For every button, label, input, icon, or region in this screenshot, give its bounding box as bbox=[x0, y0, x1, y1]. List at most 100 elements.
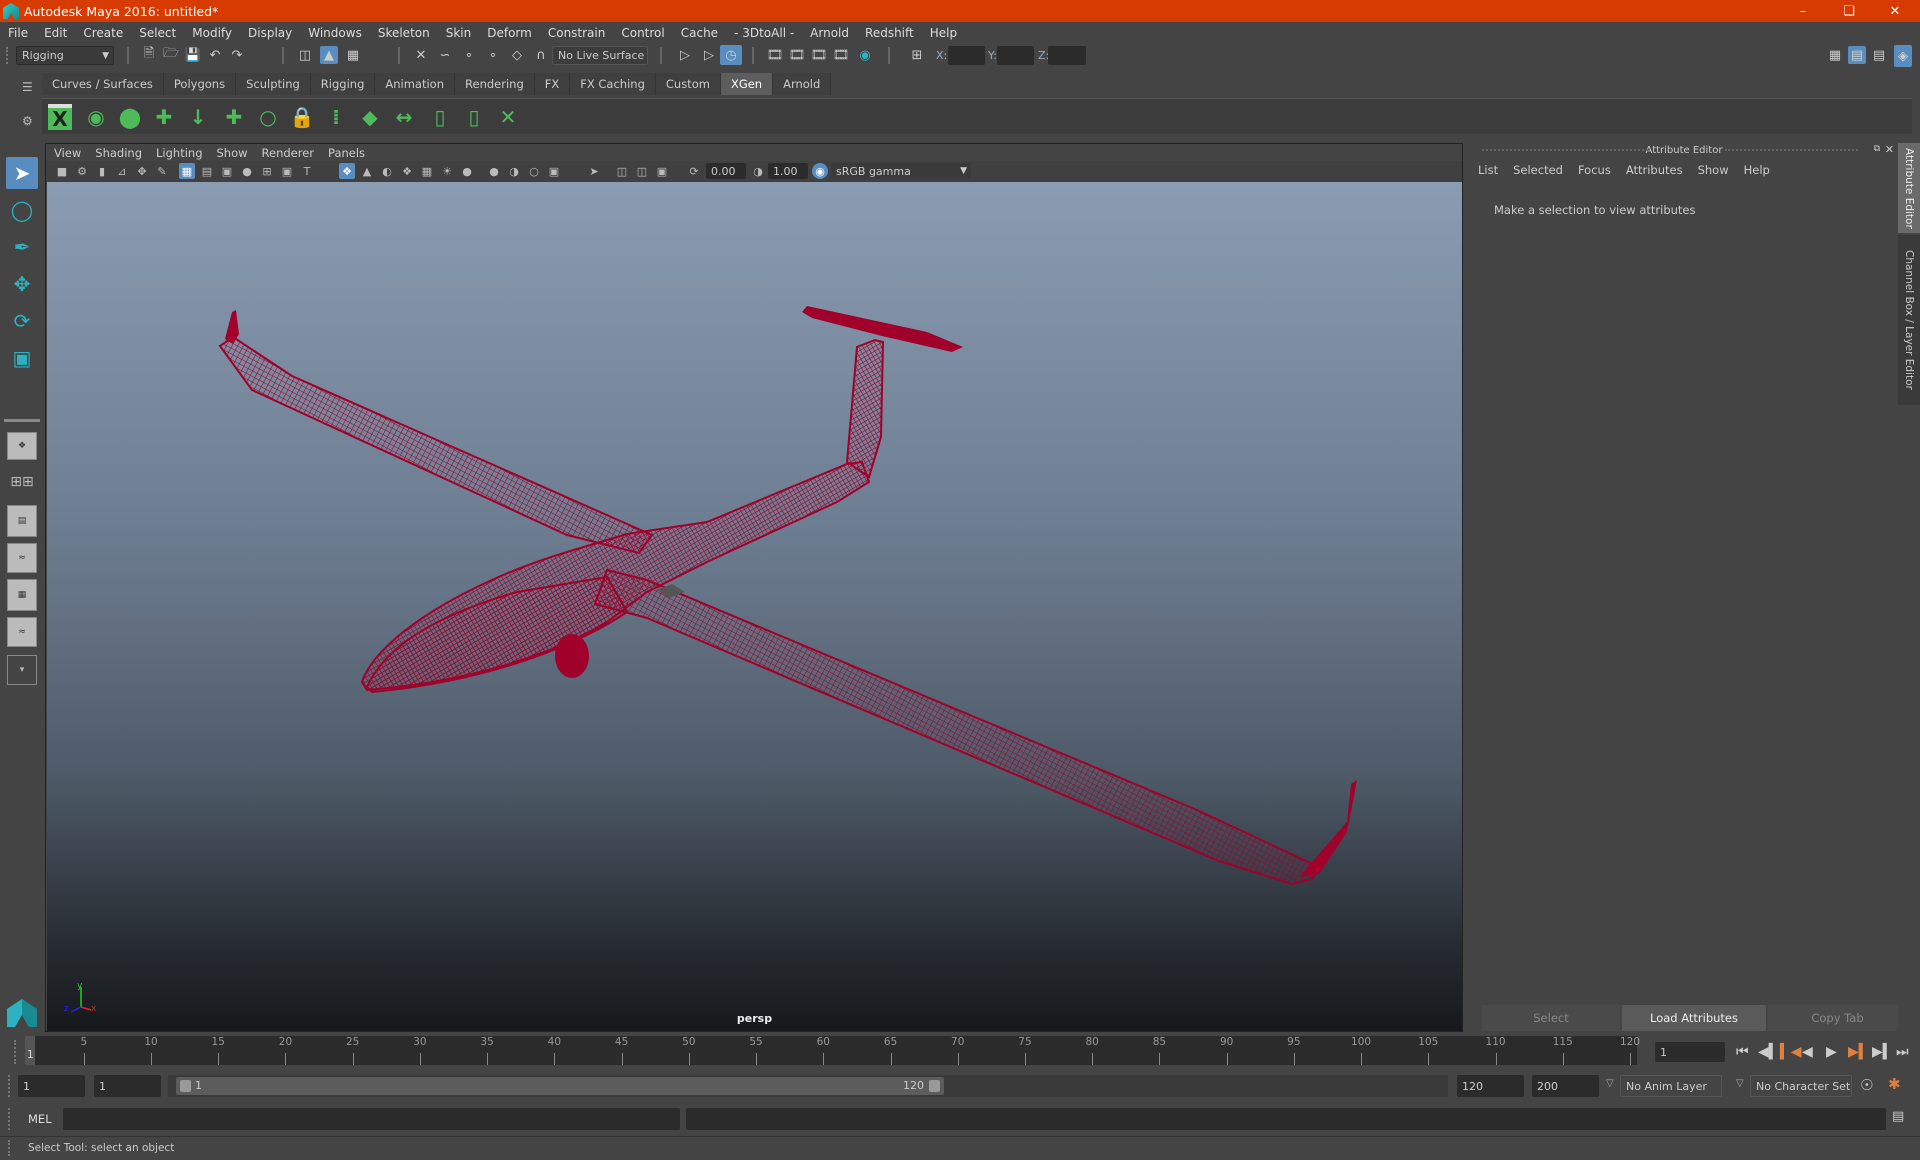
smooth-shade-icon[interactable]: ▲ bbox=[359, 163, 375, 179]
multisample-aa-icon[interactable]: ◑ bbox=[506, 163, 522, 179]
ae-menu-help[interactable]: Help bbox=[1744, 163, 1770, 177]
xgen-editor-icon[interactable]: X bbox=[48, 104, 72, 131]
panel-menu-view[interactable]: View bbox=[54, 146, 81, 160]
select-button[interactable]: Select bbox=[1482, 1005, 1620, 1031]
ae-menu-attributes[interactable]: Attributes bbox=[1626, 163, 1683, 177]
xray-icon[interactable]: ➤ bbox=[586, 163, 602, 179]
shelf-tab-polygons[interactable]: Polygons bbox=[163, 73, 237, 95]
range-start-handle[interactable] bbox=[180, 1080, 191, 1092]
snap-to-point-icon[interactable]: ∘ bbox=[460, 46, 478, 64]
range-end-handle[interactable] bbox=[929, 1080, 940, 1092]
shelf-tab-xgen[interactable]: XGen bbox=[720, 73, 774, 95]
isolate-select-icon[interactable]: ▣ bbox=[546, 163, 562, 179]
select-guides-icon[interactable]: ▯ bbox=[426, 102, 454, 132]
menu-cache[interactable]: Cache bbox=[681, 26, 718, 40]
range-grip[interactable] bbox=[8, 1075, 12, 1097]
channel-box-toggle-icon[interactable]: ◈ bbox=[1894, 45, 1912, 67]
add-guides-icon[interactable]: ✚ bbox=[150, 102, 178, 132]
playback-end-field[interactable]: 120 bbox=[1457, 1075, 1524, 1097]
glider-wireframe-model[interactable] bbox=[47, 182, 1462, 1031]
construction-history-icon[interactable]: ◷ bbox=[720, 45, 742, 65]
play-forwards-icon[interactable]: ▶ bbox=[1826, 1044, 1837, 1060]
snap-to-view-plane-icon[interactable]: ◇ bbox=[508, 46, 526, 64]
menu-select[interactable]: Select bbox=[139, 26, 176, 40]
toolbar-grip[interactable] bbox=[6, 47, 10, 64]
grease-pencil-icon[interactable]: ✎ bbox=[154, 163, 170, 179]
paint-select-tool-icon[interactable]: ✒ bbox=[6, 231, 38, 263]
go-to-start-icon[interactable]: ⏮ bbox=[1736, 1044, 1749, 1060]
hypershade-icon[interactable]: ◉ bbox=[856, 46, 874, 64]
anim-layer-dropdown[interactable]: No Anim Layer bbox=[1620, 1075, 1722, 1097]
xray-active-components-icon[interactable]: ◫ bbox=[634, 163, 650, 179]
close-button[interactable]: ✕ bbox=[1872, 0, 1918, 22]
panel-menu-show[interactable]: Show bbox=[217, 146, 248, 160]
mel-command-input[interactable] bbox=[63, 1108, 680, 1130]
2d-pan-zoom-icon[interactable]: ✥ bbox=[134, 163, 150, 179]
screen-space-ao-icon[interactable]: ● bbox=[459, 163, 475, 179]
persp-graph-layout-icon[interactable]: ≈ bbox=[7, 543, 37, 573]
use-all-lights-icon[interactable]: ▦ bbox=[419, 163, 435, 179]
output-operations-icon[interactable]: ▷ bbox=[700, 46, 718, 64]
xgen-preview-icon[interactable]: ◉ bbox=[82, 102, 110, 132]
lock-guide-icon[interactable]: 🔒 bbox=[288, 102, 316, 132]
xgen-clear-preview-icon[interactable]: ⬤ bbox=[116, 102, 144, 132]
timeline-grip[interactable] bbox=[14, 1040, 18, 1064]
panel-menu-lighting[interactable]: Lighting bbox=[156, 146, 202, 160]
panel-menu-renderer[interactable]: Renderer bbox=[262, 146, 315, 160]
resolution-gate-icon[interactable]: ▣ bbox=[219, 163, 235, 179]
menu-constrain[interactable]: Constrain bbox=[548, 26, 606, 40]
open-scene-icon[interactable]: 🗁 bbox=[162, 46, 180, 64]
redo-icon[interactable]: ↷ bbox=[228, 46, 246, 64]
rebuild-guides-icon[interactable]: ▯ bbox=[460, 102, 488, 132]
command-line-grip[interactable] bbox=[8, 1108, 12, 1130]
ae-menu-show[interactable]: Show bbox=[1698, 163, 1729, 177]
anim-layer-chevron-icon[interactable]: ▽ bbox=[1606, 1078, 1614, 1089]
bookmarks-icon[interactable]: ▮ bbox=[94, 163, 110, 179]
character-set-chevron-icon[interactable]: ▽ bbox=[1736, 1078, 1744, 1089]
end-time-field[interactable]: 200 bbox=[1532, 1075, 1599, 1097]
step-back-key-icon[interactable]: ▍◀ bbox=[1780, 1044, 1802, 1060]
play-backwards-icon[interactable]: ◀ bbox=[1802, 1044, 1813, 1060]
character-set-dropdown[interactable]: No Character Set bbox=[1750, 1075, 1852, 1097]
menu-control[interactable]: Control bbox=[621, 26, 664, 40]
input-operations-icon[interactable]: ▷ bbox=[676, 46, 694, 64]
range-slider[interactable]: 1 120 bbox=[176, 1077, 944, 1095]
menu-arnold[interactable]: Arnold bbox=[810, 26, 849, 40]
shelf-tab-custom[interactable]: Custom bbox=[655, 73, 721, 95]
delete-guides-icon[interactable]: ✕ bbox=[494, 102, 522, 132]
sculpt-guides-icon[interactable]: ↓ bbox=[184, 102, 212, 132]
select-camera-icon[interactable]: ■ bbox=[54, 163, 70, 179]
undo-icon[interactable]: ↶ bbox=[206, 46, 224, 64]
select-tool-icon[interactable]: ➤ bbox=[6, 157, 38, 189]
menu-edit[interactable]: Edit bbox=[44, 26, 67, 40]
live-surface-field[interactable]: No Live Surface bbox=[552, 46, 648, 65]
four-view-layout-icon[interactable]: ⊞⊞ bbox=[7, 467, 37, 497]
persp-graph-outliner-layout-icon[interactable]: ≈ bbox=[7, 617, 37, 647]
shelf-tab-arnold[interactable]: Arnold bbox=[773, 73, 832, 95]
new-scene-icon[interactable]: 🗎 bbox=[140, 46, 158, 64]
move-tool-icon[interactable]: ✥ bbox=[6, 268, 38, 300]
view-transform-dropdown[interactable]: sRGB gamma ▼ bbox=[831, 163, 971, 179]
film-gate-icon[interactable]: ▤ bbox=[199, 163, 215, 179]
color-management-toggle-icon[interactable]: ◉ bbox=[812, 163, 828, 179]
menu-modify[interactable]: Modify bbox=[192, 26, 232, 40]
step-forward-key-icon[interactable]: ▶▍ bbox=[1848, 1044, 1870, 1060]
shelf-tab-curves-surfaces[interactable]: Curves / Surfaces bbox=[42, 73, 164, 95]
wireframe-icon[interactable]: ❖ bbox=[339, 163, 355, 179]
menu-skeleton[interactable]: Skeleton bbox=[378, 26, 430, 40]
flip-guides-icon[interactable]: ↔ bbox=[390, 102, 418, 132]
field-chart-icon[interactable]: ⊞ bbox=[259, 163, 275, 179]
close-panel-icon[interactable]: ✕ bbox=[1885, 143, 1894, 156]
menu-deform[interactable]: Deform bbox=[487, 26, 532, 40]
select-by-component-icon[interactable]: ▦ bbox=[344, 46, 362, 64]
safe-title-icon[interactable]: T bbox=[299, 163, 315, 179]
shadows-icon[interactable]: ☀ bbox=[439, 163, 455, 179]
menu-file[interactable]: File bbox=[8, 26, 28, 40]
wireframe-on-shaded-icon[interactable]: ◐ bbox=[379, 163, 395, 179]
textured-icon[interactable]: ❖ bbox=[399, 163, 415, 179]
attribute-editor-toggle-icon[interactable]: ▤ bbox=[1848, 46, 1866, 64]
exposure-icon[interactable]: ⟳ bbox=[686, 163, 702, 179]
menu-3dtoall[interactable]: - 3DtoAll - bbox=[734, 26, 794, 40]
ae-menu-focus[interactable]: Focus bbox=[1578, 163, 1611, 177]
hypershade-layout-icon[interactable]: ▦ bbox=[7, 579, 37, 611]
